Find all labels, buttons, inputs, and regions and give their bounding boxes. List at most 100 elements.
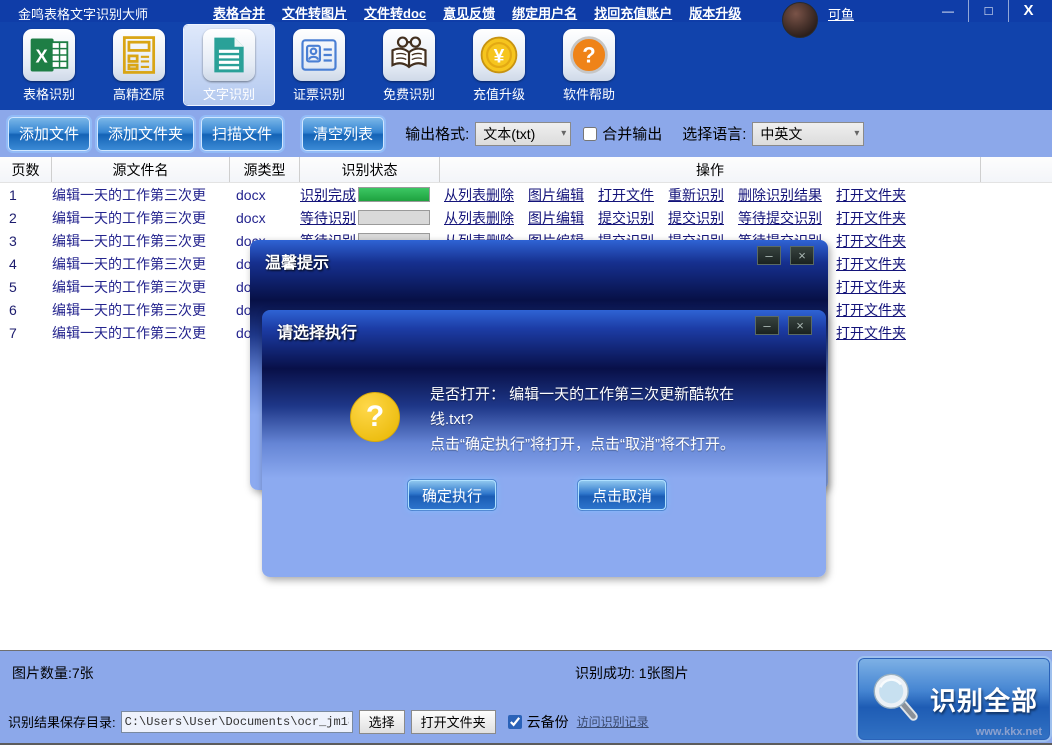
op-link[interactable]: 删除识别结果 [738, 185, 822, 205]
merge-output-label: 合并输出 [602, 123, 662, 144]
toolbar-item-recharge[interactable]: ¥ 充值升级 [454, 25, 544, 105]
op-link[interactable]: 打开文件夹 [836, 231, 906, 251]
op-link[interactable]: 打开文件夹 [836, 208, 906, 228]
svg-text:¥: ¥ [494, 46, 505, 67]
toolbar-item-label: 文字识别 [203, 84, 255, 103]
dialog-close-button[interactable]: × [790, 246, 814, 265]
help-question-icon: ? [563, 29, 615, 81]
save-dir-label: 识别结果保存目录: [8, 712, 116, 731]
minimize-button[interactable]: — [928, 0, 968, 22]
menu-item-feedback[interactable]: 意见反馈 [443, 3, 495, 22]
user-avatar[interactable] [782, 2, 818, 38]
main-toolbar: X 表格识别 高精还原 文字识别 证票识别 免费识别 [0, 22, 1052, 110]
menu-item-file-to-doc[interactable]: 文件转doc [364, 3, 426, 22]
text-document-icon [203, 29, 255, 81]
add-folder-button[interactable]: 添加文件夹 [97, 117, 194, 151]
hd-restore-icon [113, 29, 165, 81]
toolbar-item-text-ocr[interactable]: 文字识别 [184, 25, 274, 105]
close-button[interactable]: X [1008, 0, 1048, 22]
toolbar-item-free-ocr[interactable]: 免费识别 [364, 25, 454, 105]
op-link[interactable]: 打开文件夹 [836, 300, 906, 320]
toolbar-item-label: 高精还原 [113, 84, 165, 103]
op-link[interactable]: 从列表删除 [444, 208, 514, 228]
toolbar-item-label: 证票识别 [293, 84, 345, 103]
dialog-minimize-button[interactable]: – [757, 246, 781, 265]
app-window: 金鸣表格文字识别大师 表格合并 文件转图片 文件转doc 意见反馈 绑定用户名 … [0, 0, 1052, 745]
page-number: 6 [0, 302, 52, 318]
language-label: 选择语言: [682, 123, 746, 144]
history-link[interactable]: 访问识别记录 [577, 713, 649, 730]
source-filename: 编辑一天的工作第三次更 [52, 277, 230, 297]
cloud-backup-checkbox[interactable] [508, 715, 522, 729]
table-row: 1 编辑一天的工作第三次更 docx 识别完成 从列表删除 图片编辑 打开文件 … [0, 183, 1052, 206]
recognize-all-label: 识别全部 [930, 681, 1038, 718]
scan-file-button[interactable]: 扫描文件 [201, 117, 283, 151]
menu-item-recover-account[interactable]: 找回充值账户 [594, 3, 672, 22]
window-controls: — □ X [928, 0, 1048, 22]
status-link[interactable]: 等待识别 [300, 208, 356, 228]
username-link[interactable]: 可鱼 [828, 4, 854, 23]
menu-item-version-upgrade[interactable]: 版本升级 [689, 3, 741, 22]
action-row: 添加文件 添加文件夹 扫描文件 清空列表 输出格式: 文本(txt)▾ 合并输出… [0, 110, 1052, 157]
source-filename: 编辑一天的工作第三次更 [52, 185, 230, 205]
table-row: 2 编辑一天的工作第三次更 docx 等待识别 从列表删除 图片编辑 提交识别 … [0, 206, 1052, 229]
op-link[interactable]: 从列表删除 [444, 185, 514, 205]
chevron-down-icon: ▾ [854, 128, 859, 139]
language-select[interactable]: 中英文▾ [752, 122, 864, 146]
success-count-text: 识别成功: 1张图片 [575, 663, 689, 683]
titlebar: 金鸣表格文字识别大师 表格合并 文件转图片 文件转doc 意见反馈 绑定用户名 … [0, 0, 1052, 22]
table-header: 页数 源文件名 源类型 识别状态 操作 [0, 157, 1052, 183]
op-link[interactable]: 重新识别 [668, 185, 724, 205]
page-number: 1 [0, 187, 52, 203]
output-format-select[interactable]: 文本(txt)▾ [475, 122, 571, 146]
image-count-text: 图片数量:7张 [12, 663, 94, 683]
op-link[interactable]: 打开文件夹 [836, 323, 906, 343]
toolbar-item-cert-ocr[interactable]: 证票识别 [274, 25, 364, 105]
add-file-button[interactable]: 添加文件 [8, 117, 90, 151]
op-link[interactable]: 提交识别 [668, 208, 724, 228]
click-cancel-button[interactable]: 点击取消 [578, 480, 666, 510]
source-filename: 编辑一天的工作第三次更 [52, 323, 230, 343]
watermark: www.kkx.net [976, 726, 1042, 738]
menu-item-table-merge[interactable]: 表格合并 [213, 3, 265, 22]
source-filename: 编辑一天的工作第三次更 [52, 231, 230, 251]
toolbar-item-table-ocr[interactable]: X 表格识别 [4, 25, 94, 105]
excel-table-icon: X [23, 29, 75, 81]
book-glasses-icon [383, 29, 435, 81]
source-filename: 编辑一天的工作第三次更 [52, 254, 230, 274]
op-link[interactable]: 等待提交识别 [738, 208, 822, 228]
choose-dir-button[interactable]: 选择 [359, 710, 405, 734]
dialog-minimize-button[interactable]: – [755, 316, 779, 335]
save-dir-input[interactable] [121, 711, 353, 733]
page-number: 4 [0, 256, 52, 272]
dialog-title: 请选择执行 [277, 319, 357, 343]
confirm-execute-button[interactable]: 确定执行 [408, 480, 496, 510]
op-link[interactable]: 图片编辑 [528, 208, 584, 228]
source-filename: 编辑一天的工作第三次更 [52, 300, 230, 320]
op-link[interactable]: 图片编辑 [528, 185, 584, 205]
op-link[interactable]: 打开文件夹 [836, 254, 906, 274]
svg-text:X: X [36, 45, 49, 66]
status-link[interactable]: 识别完成 [300, 185, 356, 205]
open-folder-button[interactable]: 打开文件夹 [411, 710, 496, 734]
page-number: 5 [0, 279, 52, 295]
clear-list-button[interactable]: 清空列表 [302, 117, 384, 151]
source-type: docx [230, 210, 300, 226]
op-link[interactable]: 打开文件 [598, 185, 654, 205]
merge-output-checkbox[interactable] [583, 127, 597, 141]
recognize-all-button[interactable]: 识别全部 www.kkx.net [856, 656, 1052, 742]
question-icon: ? [350, 392, 400, 442]
dialog-close-button[interactable]: × [788, 316, 812, 335]
id-card-icon [293, 29, 345, 81]
op-link[interactable]: 打开文件夹 [836, 185, 906, 205]
chevron-down-icon: ▾ [561, 128, 566, 139]
menu-item-bind-username[interactable]: 绑定用户名 [512, 3, 577, 22]
op-link[interactable]: 提交识别 [598, 208, 654, 228]
maximize-button[interactable]: □ [968, 0, 1008, 22]
op-link[interactable]: 打开文件夹 [836, 277, 906, 297]
toolbar-item-hd-restore[interactable]: 高精还原 [94, 25, 184, 105]
menu-item-file-to-image[interactable]: 文件转图片 [282, 3, 347, 22]
progress-bar [358, 210, 430, 225]
progress-bar [358, 187, 430, 202]
toolbar-item-help[interactable]: ? 软件帮助 [544, 25, 634, 105]
